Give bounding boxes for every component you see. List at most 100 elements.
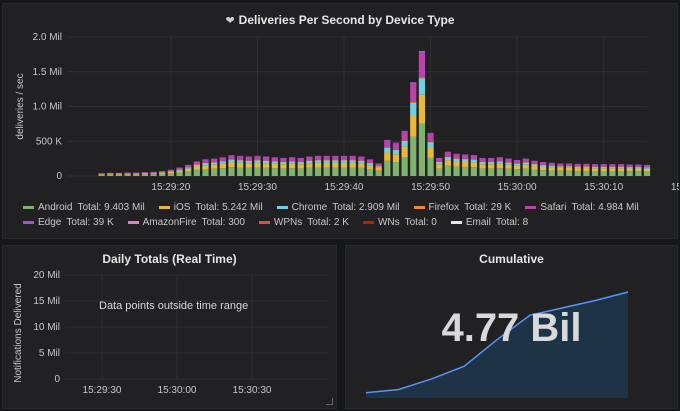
bar-segment-firefox bbox=[297, 161, 304, 163]
bar-segment-ios bbox=[565, 167, 573, 171]
bar-segment-edge bbox=[228, 155, 235, 156]
legend-item-edge[interactable]: Edge Total: 39 K bbox=[23, 217, 114, 228]
bar-segment-ios bbox=[410, 115, 417, 137]
bar-segment-edge bbox=[427, 132, 434, 134]
bar-segment-ios bbox=[496, 163, 503, 169]
bar-segment-chrome bbox=[332, 160, 339, 163]
bar-segment-firefox bbox=[479, 161, 486, 163]
bar-segment-edge bbox=[548, 162, 555, 164]
bar-segment-firefox bbox=[340, 160, 348, 161]
bar-segment-firefox bbox=[323, 160, 330, 161]
legend-item-chrome[interactable]: Chrome Total: 2.909 Mil bbox=[276, 202, 400, 213]
bar-segment-edge bbox=[280, 157, 287, 159]
bar-segment-firefox bbox=[531, 163, 538, 165]
bar-segment-firefox bbox=[332, 160, 339, 161]
bar-segment-chrome bbox=[306, 160, 313, 164]
bar-segment-android bbox=[262, 167, 270, 176]
bar-segment-safari bbox=[262, 156, 270, 161]
bar-segment-edge bbox=[314, 155, 322, 157]
legend-item-wns[interactable]: WNs Total: 0 bbox=[362, 217, 437, 228]
y-tick-label: 5 Mil bbox=[39, 348, 60, 359]
legend-item-email[interactable]: Email Total: 8 bbox=[450, 217, 528, 228]
bar-segment-firefox bbox=[98, 173, 105, 175]
bar-segment-ios bbox=[245, 163, 252, 168]
bar-segment-ios bbox=[384, 152, 391, 161]
bar-segment-chrome bbox=[245, 160, 252, 164]
bar-segment-firefox bbox=[159, 172, 166, 173]
bar-segment-safari bbox=[600, 164, 607, 167]
bar-segment-safari bbox=[488, 158, 495, 162]
bar-segment-edge bbox=[505, 158, 512, 160]
bar-segment-ios bbox=[375, 167, 382, 171]
bar-segment-safari bbox=[358, 156, 365, 161]
bar-segment-chrome bbox=[401, 140, 408, 147]
bar-segment-firefox bbox=[366, 162, 374, 164]
bar-segment-ios bbox=[141, 173, 149, 175]
bar-segment-android bbox=[159, 173, 166, 176]
legend-swatch bbox=[23, 206, 34, 209]
bar-segment-safari bbox=[505, 158, 512, 163]
bar-segment-firefox bbox=[271, 161, 278, 162]
bar-segment-firefox bbox=[150, 172, 157, 174]
bar-segment-ios bbox=[133, 173, 140, 175]
legend-series-total: Total: 2 K bbox=[307, 217, 349, 228]
legend-series-total: Total: 4.984 Mil bbox=[571, 202, 639, 213]
bar-segment-firefox bbox=[349, 160, 356, 161]
bar-segment-safari bbox=[514, 160, 521, 164]
legend-series-total: Total: 2.909 Mil bbox=[332, 202, 400, 213]
bar-segment-ios bbox=[522, 164, 529, 169]
bar-segment-chrome bbox=[219, 161, 226, 164]
bar-segment-android bbox=[479, 168, 486, 176]
legend-series-total: Total: 29 K bbox=[464, 202, 512, 213]
bar-segment-android bbox=[462, 166, 469, 176]
resize-handle[interactable] bbox=[326, 398, 333, 405]
bar-segment-firefox bbox=[392, 149, 400, 151]
legend-item-android[interactable]: Android Total: 9.403 Mil bbox=[23, 202, 145, 213]
bar-segment-chrome bbox=[314, 160, 322, 163]
bar-segment-edge bbox=[159, 171, 166, 172]
bar-segment-android bbox=[133, 174, 140, 176]
bar-segment-firefox bbox=[418, 77, 426, 79]
bar-segment-edge bbox=[488, 157, 495, 159]
bar-segment-safari bbox=[635, 164, 642, 167]
bar-segment-ios bbox=[332, 162, 339, 168]
bar-segment-chrome bbox=[349, 160, 356, 163]
bar-segment-edge bbox=[643, 164, 651, 166]
bar-segment-ios bbox=[591, 168, 599, 172]
bar-segment-ios bbox=[548, 167, 555, 171]
bar-segment-safari bbox=[340, 156, 348, 161]
bar-segment-android bbox=[557, 170, 564, 176]
bar-segment-firefox bbox=[548, 165, 555, 167]
x-tick-label: 15:30:00 bbox=[158, 385, 197, 396]
bar-segment-android bbox=[488, 168, 495, 176]
bar-segment-safari bbox=[583, 164, 590, 167]
bar-segment-android bbox=[583, 170, 590, 176]
bar-segment-android bbox=[444, 165, 452, 176]
legend-series-name: Edge bbox=[38, 217, 62, 228]
bar-segment-safari bbox=[410, 84, 417, 102]
bar-segment-android bbox=[617, 171, 625, 176]
bar-segment-firefox bbox=[436, 161, 443, 163]
bar-segment-android bbox=[245, 167, 252, 176]
legend-item-firefox[interactable]: Firefox Total: 29 K bbox=[413, 202, 512, 213]
legend-series-name: Chrome bbox=[291, 202, 328, 213]
legend-series-name: WNs bbox=[377, 217, 400, 228]
y-tick-label: 10 Mil bbox=[33, 322, 60, 333]
legend-item-safari[interactable]: Safari Total: 4.984 Mil bbox=[525, 202, 639, 213]
bar-segment-android bbox=[254, 167, 261, 176]
legend-series-total: Total: 5.242 Mil bbox=[195, 202, 263, 213]
bar-segment-firefox bbox=[617, 166, 625, 168]
bar-segment-android bbox=[591, 171, 599, 176]
bar-segment-ios bbox=[314, 162, 322, 168]
legend-swatch bbox=[127, 221, 139, 224]
bar-segment-ios bbox=[514, 165, 521, 170]
bar-segment-edge bbox=[410, 82, 417, 85]
daily-totals-chart[interactable]: 0 5 Mil 10 Mil 15 Mil 20 Mil 15:29:30 15:30:00… bbox=[3, 246, 338, 410]
legend-item-ios[interactable]: iOS Total: 5.242 Mil bbox=[158, 202, 263, 213]
bar-segment-safari bbox=[462, 154, 469, 159]
legend-item-amazonfire[interactable]: AmazonFire Total: 300 bbox=[127, 217, 245, 228]
bar-segment-ios bbox=[617, 168, 625, 172]
bar-segment-firefox bbox=[384, 147, 391, 148]
bar-segment-safari bbox=[202, 159, 209, 163]
legend-item-wpns[interactable]: WPNs Total: 2 K bbox=[258, 217, 349, 228]
